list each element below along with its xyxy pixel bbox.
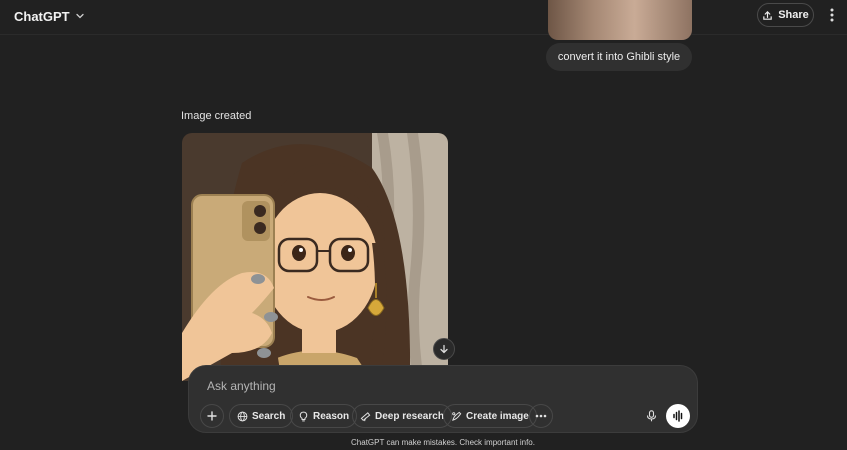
composer: Search Reason Deep research Create image — [188, 365, 698, 433]
user-uploaded-image[interactable] — [548, 0, 692, 40]
plus-icon — [207, 411, 217, 421]
ellipsis-icon — [535, 414, 547, 418]
user-message-text: convert it into Ghibli style — [557, 51, 681, 63]
app-title: ChatGPT — [14, 8, 70, 24]
user-message-bubble: convert it into Ghibli style — [546, 43, 692, 71]
scroll-down-button[interactable] — [433, 338, 455, 360]
top-bar: ChatGPT Share — [0, 0, 847, 35]
voice-mode-button[interactable] — [666, 404, 690, 428]
telescope-icon — [360, 411, 371, 422]
prompt-input[interactable] — [205, 375, 629, 397]
dictate-button[interactable] — [639, 404, 663, 428]
reason-button[interactable]: Reason — [290, 404, 358, 428]
chevron-down-icon — [75, 11, 85, 21]
search-label: Search — [252, 410, 286, 422]
deep-research-label: Deep research — [375, 410, 444, 422]
share-button[interactable]: Share — [757, 3, 814, 27]
lightbulb-icon — [298, 411, 309, 422]
share-label: Share — [778, 9, 809, 21]
microphone-icon — [646, 410, 657, 422]
globe-icon — [237, 411, 248, 422]
assistant-status: Image created — [181, 110, 252, 122]
create-image-button[interactable]: Create image — [443, 404, 537, 428]
arrow-down-icon — [439, 344, 449, 354]
generated-image[interactable] — [182, 133, 448, 381]
share-icon — [762, 10, 773, 21]
create-image-label: Create image — [466, 410, 529, 422]
attach-button[interactable] — [200, 404, 224, 428]
image-brush-icon — [451, 411, 462, 422]
model-selector[interactable]: ChatGPT — [8, 4, 91, 28]
more-tools-button[interactable] — [529, 404, 553, 428]
disclaimer-text: ChatGPT can make mistakes. Check importa… — [351, 438, 535, 447]
more-options-icon[interactable] — [826, 5, 838, 25]
reason-label: Reason — [313, 410, 350, 422]
search-button[interactable]: Search — [229, 404, 294, 428]
waveform-icon — [672, 410, 684, 422]
deep-research-button[interactable]: Deep research — [352, 404, 452, 428]
